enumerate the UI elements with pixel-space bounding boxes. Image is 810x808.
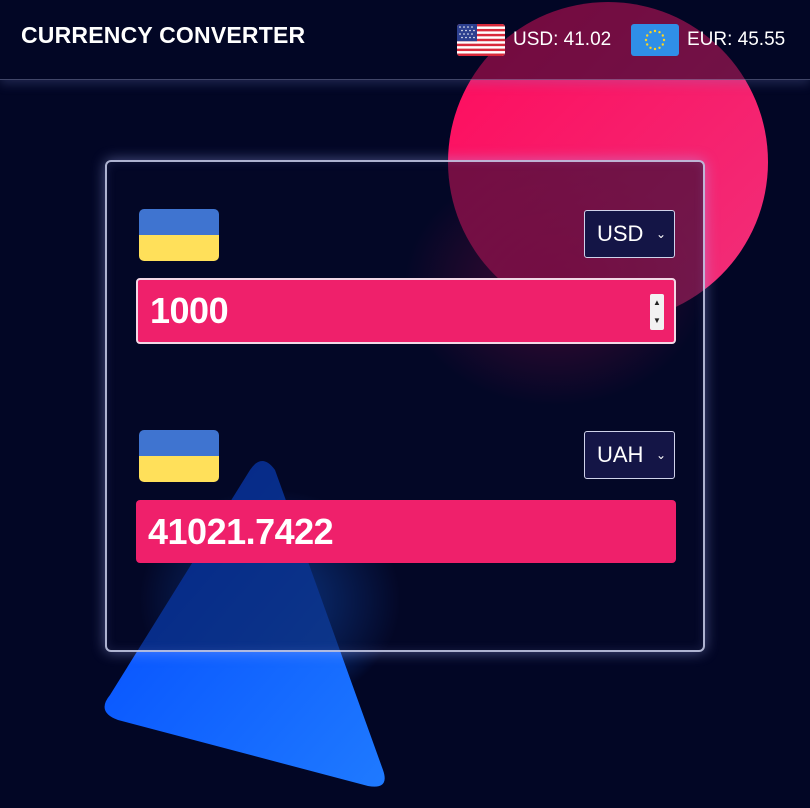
ukraine-flag-icon xyxy=(139,209,219,261)
to-currency-select[interactable]: UAH ⌄ xyxy=(584,431,675,479)
to-amount-output[interactable]: 41021.7422 xyxy=(136,500,676,563)
eur-rate-label: EUR: 45.55 xyxy=(687,29,786,50)
eur-rate: EUR: 45.55 xyxy=(631,24,785,56)
eu-flag-icon xyxy=(631,24,679,56)
usd-rate: USD: 41.02 xyxy=(457,24,611,56)
to-currency-value: UAH xyxy=(597,442,644,467)
from-currency-select[interactable]: USD ⌄ xyxy=(584,210,675,258)
from-currency-value: USD xyxy=(597,221,644,246)
usd-rate-label: USD: 41.02 xyxy=(513,29,612,50)
number-spinner[interactable]: ▲ ▼ xyxy=(650,294,664,330)
us-flag-icon xyxy=(457,24,505,56)
chevron-down-icon: ⌄ xyxy=(655,227,666,241)
app-stage: CURRENCY CONVERTER USD: 41.02 EUR: 45.55… xyxy=(0,0,810,808)
spinner-up-icon[interactable]: ▲ xyxy=(653,299,661,307)
chevron-down-icon: ⌄ xyxy=(655,448,666,462)
to-amount-value: 41021.7422 xyxy=(148,510,334,552)
app-header: CURRENCY CONVERTER USD: 41.02 EUR: 45.55 xyxy=(0,0,810,80)
from-amount-value: 1000 xyxy=(150,290,229,331)
spinner-down-icon[interactable]: ▼ xyxy=(653,317,661,325)
app-title: CURRENCY CONVERTER xyxy=(21,22,306,48)
converter-card: USD ⌄ 1000 ▲ ▼ UAH ⌄ 41021.7422 xyxy=(105,160,705,652)
from-amount-input[interactable]: 1000 ▲ ▼ xyxy=(136,278,676,344)
ukraine-flag-icon xyxy=(139,430,219,482)
